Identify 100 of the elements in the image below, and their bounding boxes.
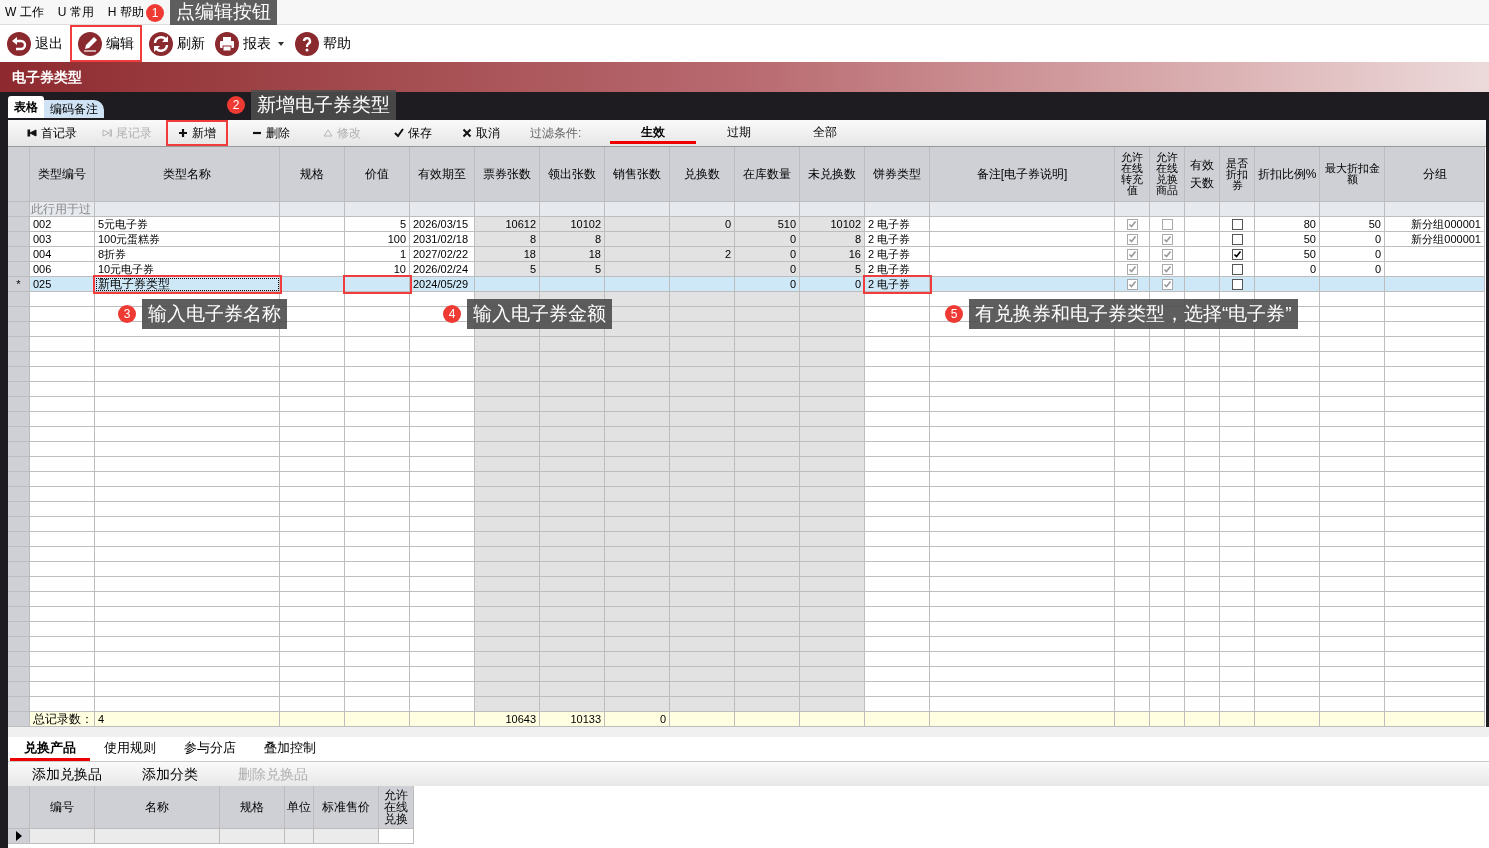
filter-cell[interactable] [1220,202,1255,217]
column-header[interactable]: 兑换数 [670,147,735,202]
column-header[interactable]: 允许在线转充值 [1115,147,1150,202]
row-header[interactable] [8,829,30,844]
toolbar-button[interactable]: 报表 [212,25,288,62]
checkbox[interactable] [1231,248,1243,260]
table-cell: 5 [345,217,410,232]
column-header[interactable]: 有效天数 [1185,147,1220,202]
table-cell: 50 [1320,217,1385,232]
column-header[interactable]: 是否折扣券 [1220,147,1255,202]
filter-cell[interactable] [475,202,540,217]
column-header[interactable]: 类型名称 [95,147,280,202]
panel-title-bar: 电子券类型 [0,62,1489,92]
filter-cell[interactable] [1150,202,1185,217]
checkbox[interactable] [1126,233,1138,245]
checkbox[interactable] [1161,233,1173,245]
column-header[interactable]: 领出张数 [540,147,605,202]
checkbox[interactable] [1161,263,1173,275]
toolbar-button[interactable]: 刷新 [146,25,208,62]
column-header[interactable]: 销售张数 [605,147,670,202]
menu-item[interactable]: H 帮助 [104,3,147,21]
column-header[interactable]: 分组 [1385,147,1485,202]
tab[interactable]: 表格 [8,96,44,118]
toolbar-button[interactable]: 删除 [236,120,306,146]
caret-icon [277,40,285,47]
column-header[interactable]: 未兑换数 [800,147,865,202]
column-header[interactable]: 允许在线兑换商品 [1150,147,1185,202]
column-header[interactable]: 备注[电子券说明] [930,147,1115,202]
column-header[interactable]: 规格 [280,147,345,202]
toolbar-button[interactable]: 编辑 [70,25,142,62]
column-header[interactable]: 单位 [285,786,314,829]
splitter-bar[interactable] [8,727,1489,737]
filter-cell[interactable] [930,202,1115,217]
filter-cell[interactable] [1320,202,1385,217]
toolbar-button[interactable]: 退出 [4,25,66,62]
column-header[interactable]: 类型编号 [30,147,95,202]
toolbar-button[interactable]: 保存 [378,120,448,146]
column-header[interactable]: 允许在线兑换 [379,786,414,829]
checkbox[interactable] [1231,218,1243,230]
column-header[interactable]: 价值 [345,147,410,202]
checkbox[interactable] [1231,278,1243,290]
tab[interactable]: 使用规则 [90,738,170,761]
checkbox[interactable] [1161,278,1173,290]
column-header[interactable]: 标准售价 [314,786,379,829]
table-cell: 0 [1320,247,1385,262]
menu-item[interactable]: W 工作 [2,3,47,21]
filter-cell[interactable] [1255,202,1320,217]
table-cell: 2 电子券 [865,247,930,262]
filter-tab[interactable]: 过期 [696,122,782,144]
filter-cell[interactable] [605,202,670,217]
filter-cell[interactable] [345,202,410,217]
tab[interactable]: 编码备注 [44,100,104,118]
toolbar-button[interactable]: 首记录 [16,120,88,146]
filter-cell[interactable] [540,202,605,217]
filter-cell[interactable] [1385,202,1485,217]
toolbar-button[interactable]: 添加分类 [142,763,198,785]
column-header[interactable]: 名称 [95,786,220,829]
column-header[interactable]: 在库数量 [735,147,800,202]
filter-cell[interactable] [410,202,475,217]
header-corner [8,147,30,202]
filter-cell[interactable] [865,202,930,217]
column-header[interactable]: 最大折扣金额 [1320,147,1385,202]
column-header[interactable]: 规格 [220,786,285,829]
triangle-icon [323,128,333,138]
checkbox[interactable] [1231,263,1243,275]
toolbar-button[interactable]: 添加兑换品 [32,763,102,785]
checkbox[interactable] [1161,248,1173,260]
filter-cell[interactable] [1115,202,1150,217]
filter-cell[interactable] [800,202,865,217]
filter-cell[interactable] [95,202,280,217]
column-header[interactable]: 折扣比例% [1255,147,1320,202]
tab[interactable]: 叠加控制 [250,738,330,761]
toolbar-button[interactable]: 取消 [448,120,514,146]
row-header[interactable]: * [8,277,30,292]
callout-tooltip: 新增电子券类型 [251,90,396,120]
toolbar-button[interactable]: 帮助 [292,25,354,62]
filter-tab[interactable]: 全部 [782,122,868,144]
column-header[interactable]: 编号 [30,786,95,829]
help-icon [295,31,319,56]
filter-cell[interactable] [1185,202,1220,217]
checkbox[interactable] [1126,248,1138,260]
table-cell: 2026/03/15 [410,217,475,232]
filter-cell[interactable] [280,202,345,217]
checkbox[interactable] [1126,278,1138,290]
column-header[interactable]: 饼券类型 [865,147,930,202]
tab[interactable]: 参与分店 [170,738,250,761]
table-cell: 100 [345,232,410,247]
filter-cell[interactable] [735,202,800,217]
checkbox[interactable] [1161,218,1173,230]
menu-item[interactable]: U 常用 [54,3,97,21]
filter-cell[interactable] [670,202,735,217]
toolbar-button[interactable]: 新增 [166,120,228,146]
checkbox[interactable] [1126,218,1138,230]
plus-icon [178,128,188,138]
column-header[interactable]: 票券张数 [475,147,540,202]
table-cell: 10102 [800,217,865,232]
column-header[interactable]: 有效期至 [410,147,475,202]
table-cell: 10102 [540,217,605,232]
checkbox[interactable] [1126,263,1138,275]
checkbox[interactable] [1231,233,1243,245]
